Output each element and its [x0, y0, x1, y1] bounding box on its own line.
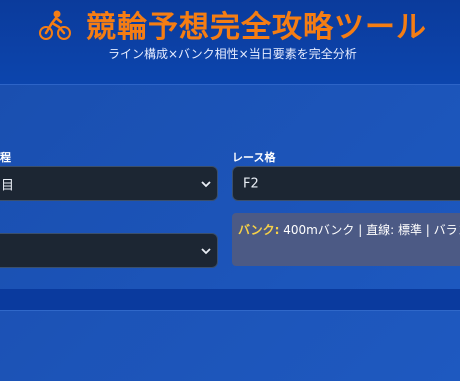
- page-subtitle: ライン構成×バンク相性×当日要素を完全分析: [108, 47, 357, 61]
- chevron-down-icon: [201, 247, 211, 254]
- schedule-select-value: 目: [1, 178, 15, 193]
- bottom-panel: [0, 310, 460, 381]
- race-class-value: F2: [243, 176, 259, 191]
- header: 競輪予想完全攻略ツール ライン構成×バンク相性×当日要素を完全分析: [0, 0, 460, 84]
- section-divider: [0, 289, 460, 310]
- chevron-down-icon: [201, 180, 211, 187]
- cyclist-icon: [39, 10, 71, 40]
- second-select[interactable]: [0, 233, 218, 268]
- page-title: 競輪予想完全攻略ツール: [86, 10, 427, 45]
- bank-info-box: バンク: 400mバンク | 直線: 標準 | バランス型: [232, 213, 460, 266]
- schedule-label: 程: [0, 151, 11, 164]
- race-class-input[interactable]: F2: [232, 166, 460, 201]
- bank-info-text: 400mバンク | 直線: 標準 | バランス型: [283, 223, 460, 237]
- schedule-select[interactable]: 目: [0, 166, 218, 201]
- bank-info-label: バンク:: [238, 223, 280, 237]
- race-class-label: レース格: [232, 151, 276, 164]
